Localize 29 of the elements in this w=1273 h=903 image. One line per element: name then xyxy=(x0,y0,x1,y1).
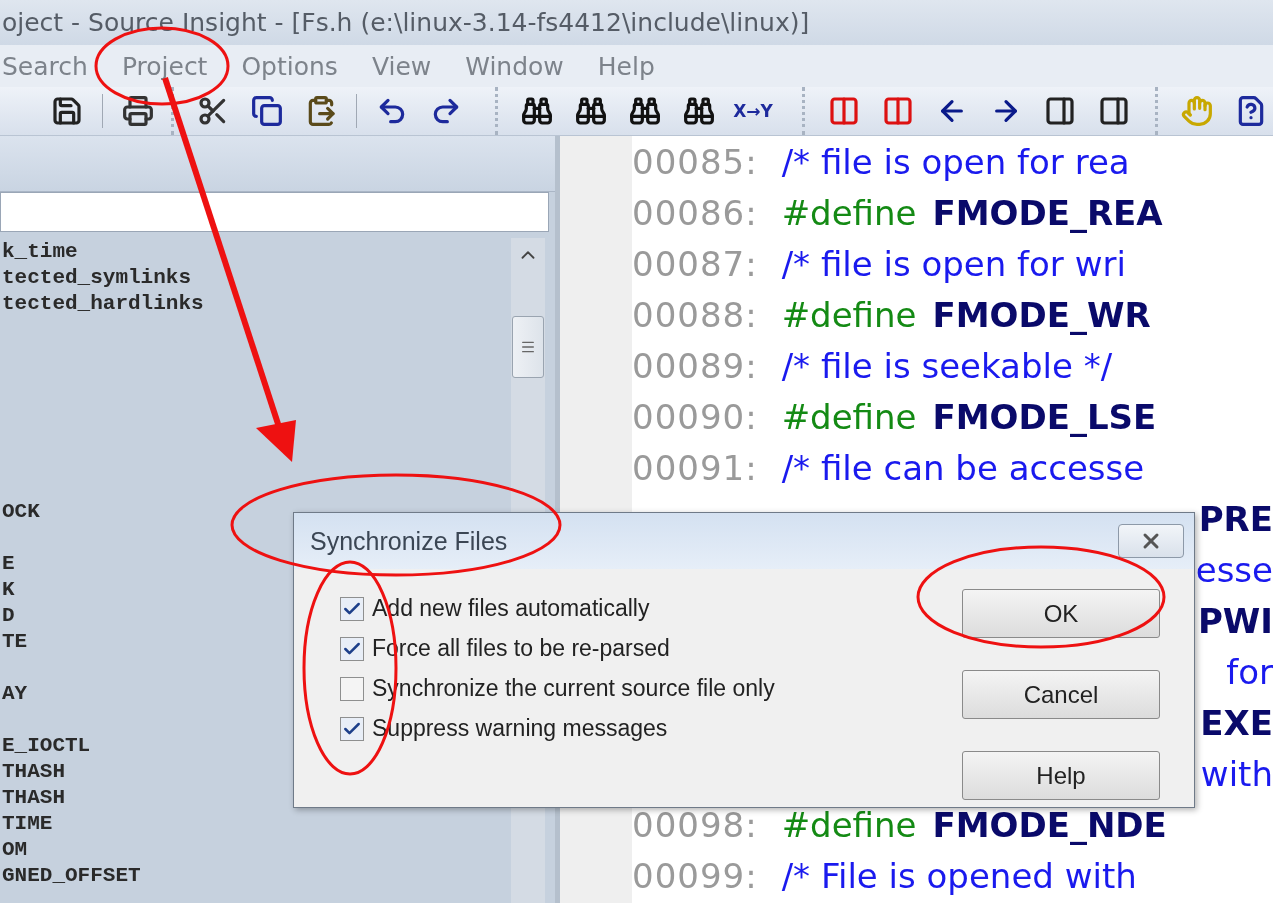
code-token: /* file can be accesse xyxy=(781,447,1145,488)
code-token: #define xyxy=(781,804,917,845)
line-number: 00090: xyxy=(632,396,758,437)
line-number: 00086: xyxy=(632,192,758,233)
line-number: 00091: xyxy=(632,447,758,488)
line-number: 00085: xyxy=(632,141,758,182)
code-token: /* File is opened with xyxy=(781,855,1137,896)
code-token: for xyxy=(1226,651,1273,692)
line-number: 00089: xyxy=(632,345,758,386)
code-token: FMODE_WR xyxy=(932,294,1151,335)
code-token: FMODE_NDE xyxy=(932,804,1167,845)
code-token: #define xyxy=(781,192,917,233)
code-token: FMODE_REA xyxy=(932,192,1163,233)
line-number: 00088: xyxy=(632,294,758,335)
code-token: /* file is open for wri xyxy=(781,243,1126,284)
code-token: #define xyxy=(781,294,917,335)
code-token: esse xyxy=(1195,549,1273,590)
code-token: FMODE_LSE xyxy=(932,396,1157,437)
code-token: /* file is open for rea xyxy=(781,141,1130,182)
code-token: PRE xyxy=(1198,498,1273,539)
line-number: 00098: xyxy=(632,804,758,845)
code-token: with xyxy=(1200,753,1273,794)
code-token: EXE xyxy=(1200,702,1273,743)
dialog-title: Synchronize Files xyxy=(310,526,508,556)
code-token: #define xyxy=(781,396,917,437)
code-token: /* file is seekable */ xyxy=(781,345,1113,386)
line-number: 00099: xyxy=(632,855,758,896)
line-number: 00087: xyxy=(632,243,758,284)
code-token: PWI xyxy=(1197,600,1273,641)
